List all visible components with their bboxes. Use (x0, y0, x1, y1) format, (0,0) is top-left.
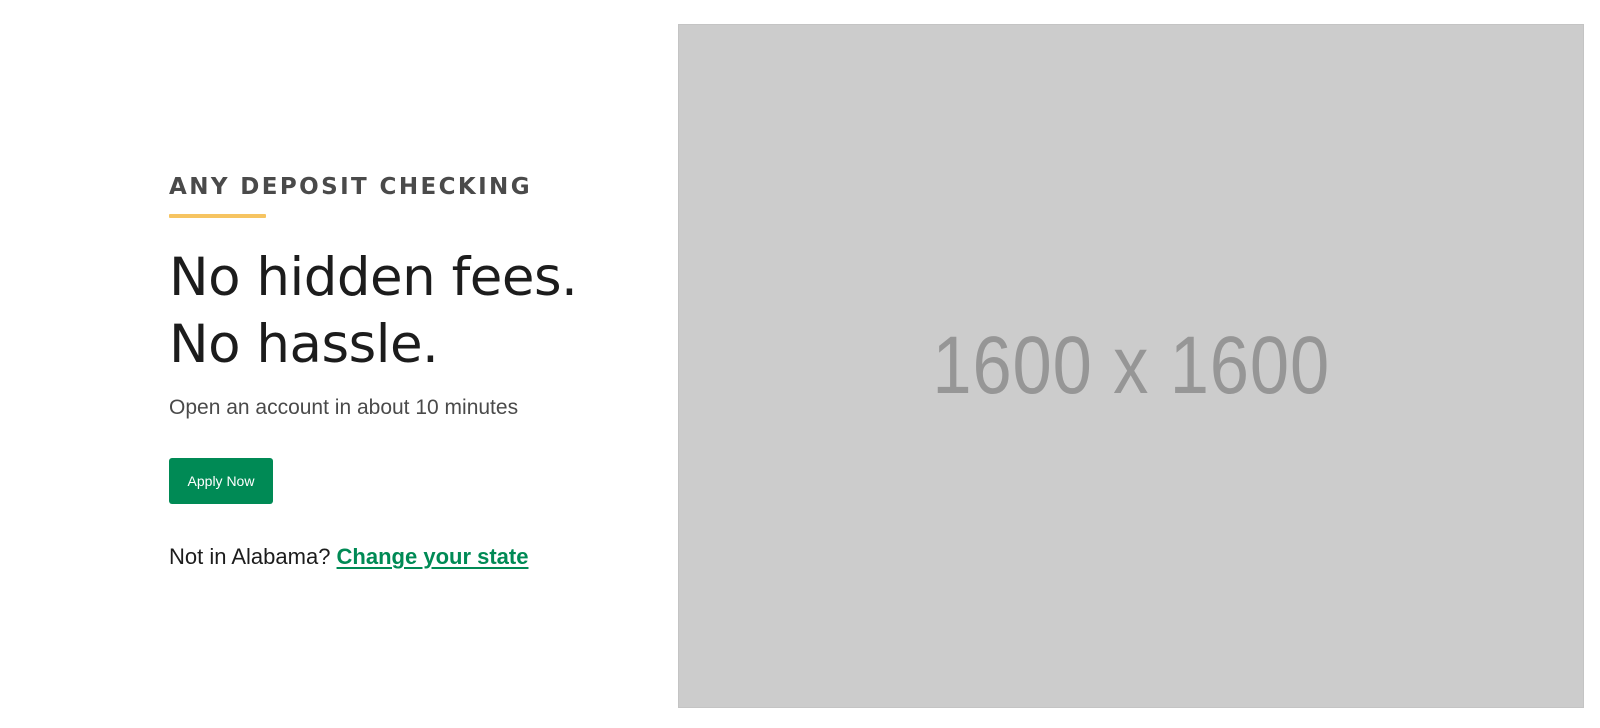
apply-now-button[interactable]: Apply Now (169, 458, 273, 504)
headline-line-2: No hassle. (169, 314, 439, 375)
hero-subtext: Open an account in about 10 minutes (169, 396, 519, 419)
accent-rule (169, 214, 266, 218)
change-state-link[interactable]: Change your state (337, 544, 529, 569)
hero-image-placeholder: 1600 x 1600 (678, 24, 1584, 708)
headline-line-1: No hidden fees. (169, 247, 578, 308)
placeholder-dimensions-label: 1600 x 1600 (932, 320, 1330, 411)
state-prompt: Not in Alabama? (169, 544, 337, 569)
hero-content: ANY DEPOSIT CHECKING No hidden fees. No … (169, 170, 649, 572)
state-notice: Not in Alabama? Change your state (169, 542, 649, 572)
page: ANY DEPOSIT CHECKING No hidden fees. No … (0, 0, 1600, 728)
product-eyebrow: ANY DEPOSIT CHECKING (169, 174, 532, 200)
hero-headline: No hidden fees. No hassle. (169, 244, 649, 378)
